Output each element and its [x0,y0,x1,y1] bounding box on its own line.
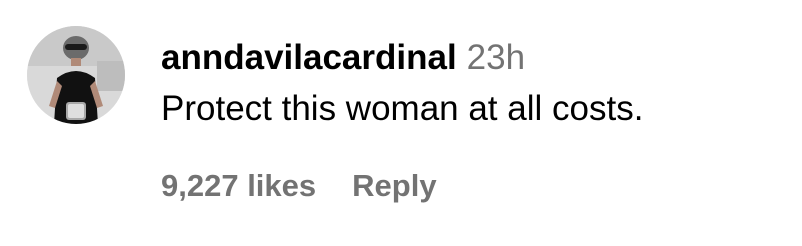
comment-text: Protect this woman at all costs. [161,89,644,128]
comment-header: anndavilacardinal 23h [161,36,525,80]
likes-count[interactable]: 9,227 likes [161,168,316,203]
profile-photo-icon [27,26,125,124]
reply-button[interactable]: Reply [352,168,436,203]
timestamp[interactable]: 23h [467,38,525,77]
comment: anndavilacardinal 23h Protect this woman … [0,0,802,246]
username-link[interactable]: anndavilacardinal [161,38,457,77]
comment-actions: 9,227 likes Reply [161,166,437,206]
avatar[interactable] [27,26,125,124]
